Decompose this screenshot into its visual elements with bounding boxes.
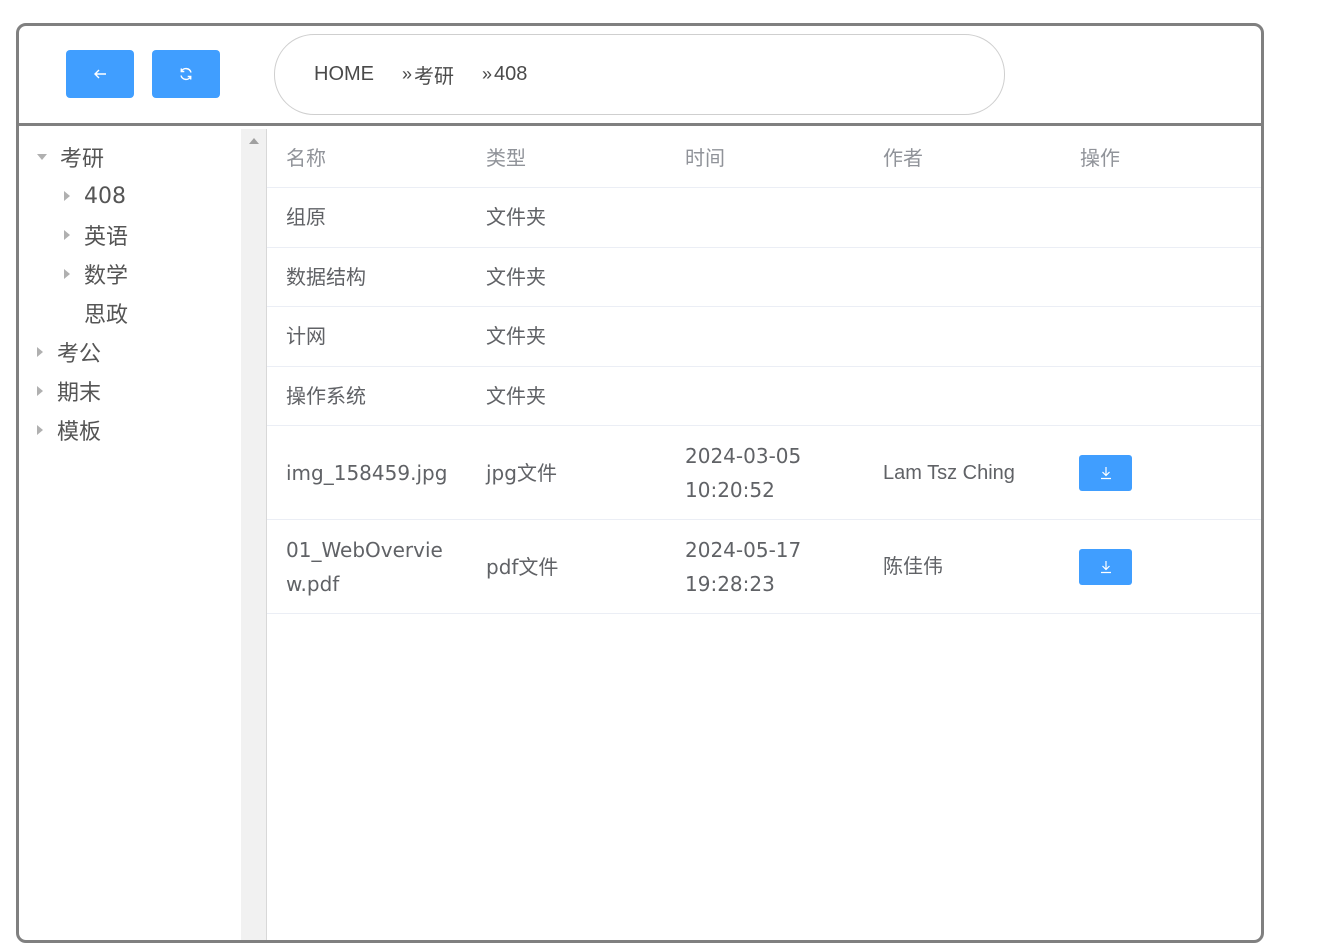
arrow-left-icon: [94, 69, 106, 79]
breadcrumb-item[interactable]: HOME: [314, 63, 374, 86]
column-header: 操作: [1080, 146, 1120, 170]
tree-item-label: 数学: [84, 264, 129, 289]
breadcrumb: HOME» 考研» 408: [274, 34, 1005, 115]
cell-time: 2024-03-05 10:20:52: [685, 443, 802, 502]
download-button[interactable]: [1079, 454, 1132, 491]
cell-name: 操作系统: [286, 383, 366, 408]
table-row[interactable]: 01_WebOverview.pdf pdf文件 2024-05-17 19:28:2…: [267, 520, 1261, 614]
tree-item[interactable]: 考公: [37, 334, 101, 370]
tree-item-label: 考研: [60, 147, 105, 172]
cell-type: 文件夹: [486, 205, 546, 230]
folder-tree: 考研 408 英语数学思政考公期末模板: [19, 129, 241, 940]
caret-right-icon[interactable]: [37, 425, 43, 435]
cell-action: [1061, 548, 1261, 585]
table-row[interactable]: 操作系统 文件夹: [267, 367, 1261, 426]
breadcrumb-item[interactable]: 408: [494, 63, 527, 86]
tree-item[interactable]: 英语: [64, 217, 128, 253]
tree-item[interactable]: 思政: [64, 295, 128, 331]
download-icon: [1100, 560, 1111, 573]
refresh-button[interactable]: [152, 50, 220, 98]
tree-item-label: 模板: [57, 420, 102, 445]
tree-item-label: 英语: [84, 225, 129, 250]
cell-time: 2024-05-17 19:28:23: [685, 537, 802, 596]
tree-item[interactable]: 数学: [64, 256, 128, 292]
caret-right-icon[interactable]: [37, 386, 43, 396]
top-toolbar: HOME» 考研» 408: [19, 26, 1261, 126]
table-row[interactable]: 数据结构 文件夹: [267, 248, 1261, 307]
caret-down-icon[interactable]: [37, 154, 47, 160]
column-header: 作者: [883, 146, 923, 170]
caret-right-icon[interactable]: [64, 230, 70, 240]
cell-name: 01_WebOverview.pdf: [286, 537, 443, 596]
tree-item-label: 期末: [57, 381, 102, 406]
column-header: 名称: [286, 146, 326, 170]
cell-name: 计网: [286, 324, 326, 349]
table-row[interactable]: 计网 文件夹: [267, 307, 1261, 367]
tree-item[interactable]: 408: [64, 178, 126, 214]
download-icon: [1100, 466, 1111, 479]
table-body: 组原 文件夹 数据结构 文件夹 计网 文件夹 操作系统 文件夹 img_158459.jpg jp…: [267, 188, 1261, 614]
cell-name: img_158459.jpg: [286, 460, 448, 485]
cell-name: 数据结构: [286, 264, 366, 289]
column-header: 时间: [685, 146, 725, 170]
file-table: 名称 类型 时间 作者 操作 组原 文件夹 数据结构 文件夹 计网 文件夹 操作系统 文件夹 img_1…: [267, 129, 1261, 614]
tree-item[interactable]: 期末: [37, 373, 101, 409]
cell-type: 文件夹: [486, 324, 546, 349]
caret-right-icon[interactable]: [64, 191, 70, 201]
table-row[interactable]: 组原 文件夹: [267, 188, 1261, 248]
scroll-up-arrow-icon[interactable]: [249, 138, 259, 144]
tree-item[interactable]: 考研: [37, 139, 104, 175]
app-window: HOME» 考研» 408 考研 408 英语 数学 思政 考公 期末 模板 名称 类型 时间 作者 操作…: [16, 23, 1264, 943]
sidebar-scrollbar[interactable]: [241, 129, 267, 940]
breadcrumb-item[interactable]: 考研: [414, 60, 454, 89]
tree-item-label: 思政: [84, 303, 129, 328]
cell-author: 陈佳伟: [883, 555, 943, 578]
cell-type: jpg文件: [486, 460, 557, 485]
tree-item[interactable]: 模板: [37, 412, 101, 448]
refresh-icon: [180, 67, 192, 81]
tree-item-label: 408: [84, 183, 126, 209]
caret-right-icon[interactable]: [37, 347, 43, 357]
download-button[interactable]: [1079, 548, 1132, 585]
cell-type: 文件夹: [486, 383, 546, 408]
table-row[interactable]: img_158459.jpg jpg文件 2024-03-05 10:20:52 Lam…: [267, 426, 1261, 520]
back-button[interactable]: [66, 50, 134, 98]
cell-action: [1061, 454, 1261, 491]
cell-type: pdf文件: [486, 554, 559, 579]
caret-right-icon[interactable]: [64, 269, 70, 279]
cell-name: 组原: [286, 205, 326, 230]
cell-author: Lam Tsz Ching: [883, 461, 1015, 484]
breadcrumb-separator: »: [482, 64, 493, 84]
table-header: 名称 类型 时间 作者 操作: [267, 129, 1261, 188]
breadcrumb-separator: »: [402, 64, 413, 84]
cell-type: 文件夹: [486, 264, 546, 289]
column-header: 类型: [486, 146, 526, 170]
tree-item-label: 考公: [57, 342, 102, 367]
